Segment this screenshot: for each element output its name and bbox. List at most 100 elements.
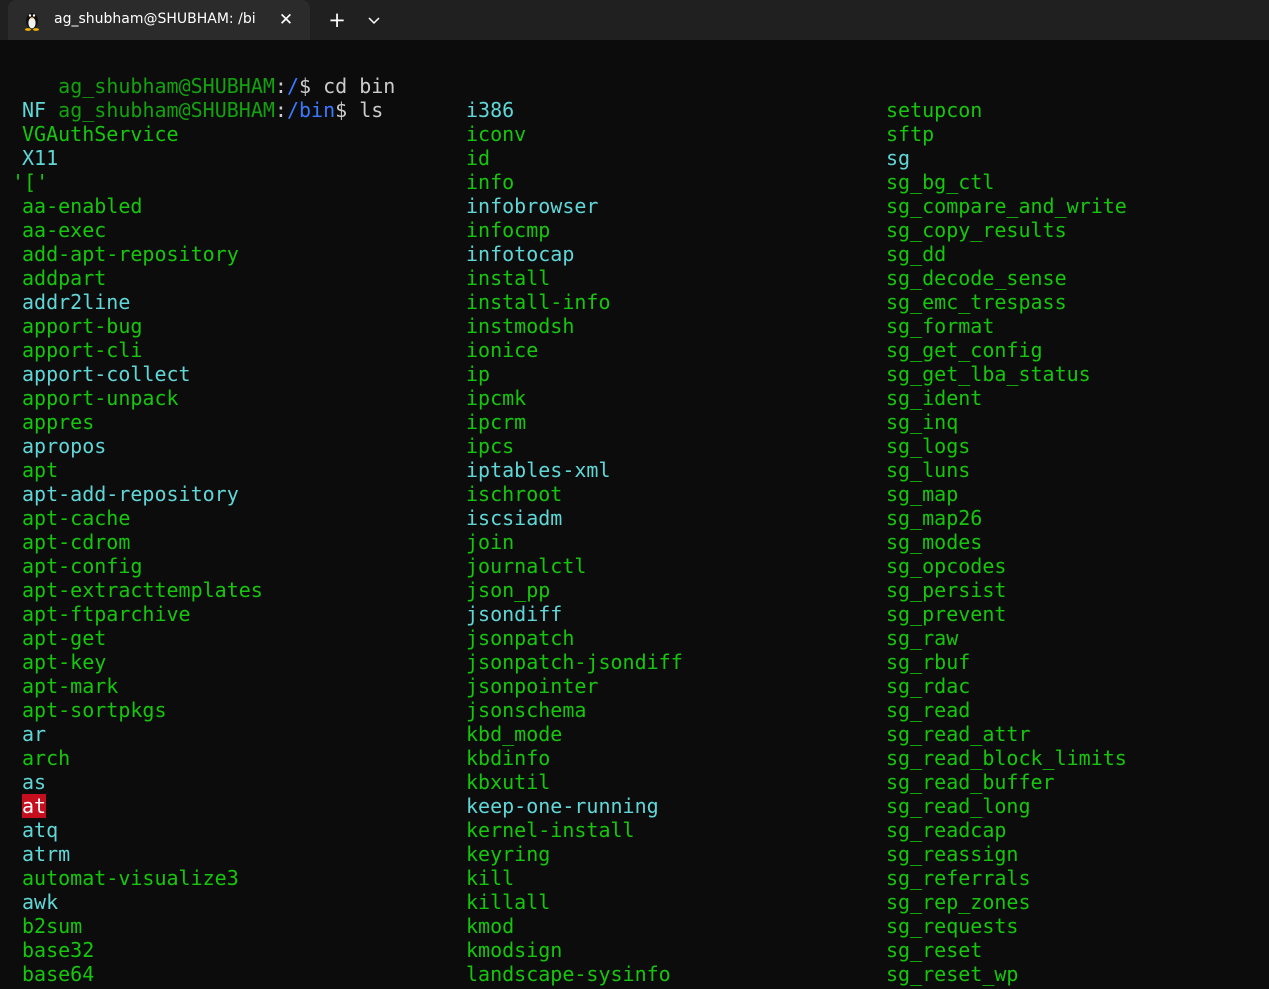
file-entry: sg_readcap — [886, 818, 1007, 842]
file-entry: jsonschema — [466, 698, 587, 722]
file-entry: ip — [466, 362, 491, 386]
file-entry: sg_read_block_limits — [886, 746, 1127, 770]
file-entry: jsonpointer — [466, 674, 599, 698]
file-entry: apport-bug — [22, 314, 143, 338]
prompt-line-ls: ag_shubham@SHUBHAM:/bin$ ls — [10, 74, 383, 122]
file-entry: sg_ident — [886, 386, 983, 410]
file-entry: sg_reset_wp — [886, 962, 1019, 986]
file-entry: sg_get_config — [886, 338, 1043, 362]
file-entry: X11 — [22, 146, 59, 170]
chevron-down-icon[interactable] — [360, 6, 388, 34]
file-entry: apt-config — [22, 554, 143, 578]
file-entry: sg_inq — [886, 410, 959, 434]
file-entry: json_pp — [466, 578, 551, 602]
file-entry: kernel-install — [466, 818, 635, 842]
file-entry: base64 — [22, 962, 95, 986]
prompt-command: $ ls — [335, 98, 384, 122]
file-entry: sg_copy_results — [886, 218, 1067, 242]
file-entry: as — [22, 770, 47, 794]
file-entry: jsondiff — [466, 602, 563, 626]
prompt-path: /bin — [286, 98, 336, 122]
file-entry: infobrowser — [466, 194, 599, 218]
file-entry: sg_decode_sense — [886, 266, 1067, 290]
file-entry: ipcrm — [466, 410, 527, 434]
file-entry: sg_dd — [886, 242, 947, 266]
file-entry: join — [466, 530, 515, 554]
terminal-output[interactable]: ag_shubham@SHUBHAM:/$ cd bin ag_shubham@… — [0, 40, 1269, 989]
file-entry: kmodsign — [466, 938, 563, 962]
file-entry: sg_modes — [886, 530, 983, 554]
file-entry: infocmp — [466, 218, 551, 242]
file-entry: kill — [466, 866, 515, 890]
file-entry: arch — [22, 746, 71, 770]
file-entry: jsonpatch — [466, 626, 575, 650]
tab-title: ag_shubham@SHUBHAM: /bi — [54, 11, 256, 27]
file-entry: iscsiadm — [466, 506, 563, 530]
file-entry: kbxutil — [466, 770, 551, 794]
file-entry: setupcon — [886, 98, 983, 122]
close-tab-icon[interactable]: ✕ — [274, 8, 298, 32]
file-entry: info — [466, 170, 515, 194]
file-entry: appres — [22, 410, 95, 434]
file-entry: sg_persist — [886, 578, 1007, 602]
file-entry: infotocap — [466, 242, 575, 266]
file-entry: addpart — [22, 266, 107, 290]
file-entry: apt-sortpkgs — [22, 698, 167, 722]
file-entry: ionice — [466, 338, 539, 362]
file-entry: apt-ftparchive — [22, 602, 191, 626]
file-entry: ischroot — [466, 482, 563, 506]
file-entry: apt — [22, 458, 59, 482]
file-entry: killall — [466, 890, 551, 914]
file-entry: sg_rep_zones — [886, 890, 1031, 914]
file-entry: kbdinfo — [466, 746, 551, 770]
file-entry: kmod — [466, 914, 515, 938]
file-entry: atrm — [22, 842, 71, 866]
file-entry: journalctl — [466, 554, 587, 578]
file-entry: sftp — [886, 122, 935, 146]
file-entry: i386 — [466, 98, 515, 122]
file-entry: landscape-sysinfo — [466, 962, 671, 986]
file-entry: at — [22, 794, 47, 818]
file-entry: apt-add-repository — [22, 482, 239, 506]
terminal-tab[interactable]: ag_shubham@SHUBHAM: /bi ✕ — [8, 0, 310, 40]
file-entry: apt-get — [22, 626, 107, 650]
file-entry: ar — [22, 722, 47, 746]
new-tab-button[interactable]: + — [322, 6, 352, 34]
file-entry: sg_reassign — [886, 842, 1019, 866]
file-entry: apt-cdrom — [22, 530, 131, 554]
prompt-line-cd: ag_shubham@SHUBHAM:/$ cd bin — [10, 50, 395, 98]
file-entry: awk — [22, 890, 59, 914]
file-entry: ipcs — [466, 434, 515, 458]
file-entry: aa-exec — [22, 218, 107, 242]
file-entry: addr2line — [22, 290, 131, 314]
file-entry: '[' — [12, 170, 49, 194]
file-entry: b2sum — [22, 914, 83, 938]
file-entry: sg_read_long — [886, 794, 1031, 818]
file-entry: apt-cache — [22, 506, 131, 530]
file-entry: apport-unpack — [22, 386, 179, 410]
file-entry: sg_requests — [886, 914, 1019, 938]
file-entry: apt-key — [22, 650, 107, 674]
file-entry: sg_format — [886, 314, 995, 338]
file-entry: base32 — [22, 938, 95, 962]
file-entry: sg_luns — [886, 458, 971, 482]
file-entry: sg_read — [886, 698, 971, 722]
file-entry: sg_read_attr — [886, 722, 1031, 746]
file-entry: instmodsh — [466, 314, 575, 338]
file-entry: keep-one-running — [466, 794, 659, 818]
file-entry: sg_map — [886, 482, 959, 506]
file-entry: id — [466, 146, 491, 170]
file-entry: install-info — [466, 290, 611, 314]
file-entry: sg_map26 — [886, 506, 983, 530]
file-entry: aa-enabled — [22, 194, 143, 218]
file-entry: keyring — [466, 842, 551, 866]
file-entry: sg_emc_trespass — [886, 290, 1067, 314]
file-entry: sg_logs — [886, 434, 971, 458]
file-entry: sg_read_buffer — [886, 770, 1055, 794]
file-entry: atq — [22, 818, 59, 842]
file-entry: apt-mark — [22, 674, 119, 698]
file-entry: jsonpatch-jsondiff — [466, 650, 683, 674]
file-entry: sg_referrals — [886, 866, 1031, 890]
linux-penguin-icon — [25, 13, 39, 31]
file-entry: sg_reset — [886, 938, 983, 962]
